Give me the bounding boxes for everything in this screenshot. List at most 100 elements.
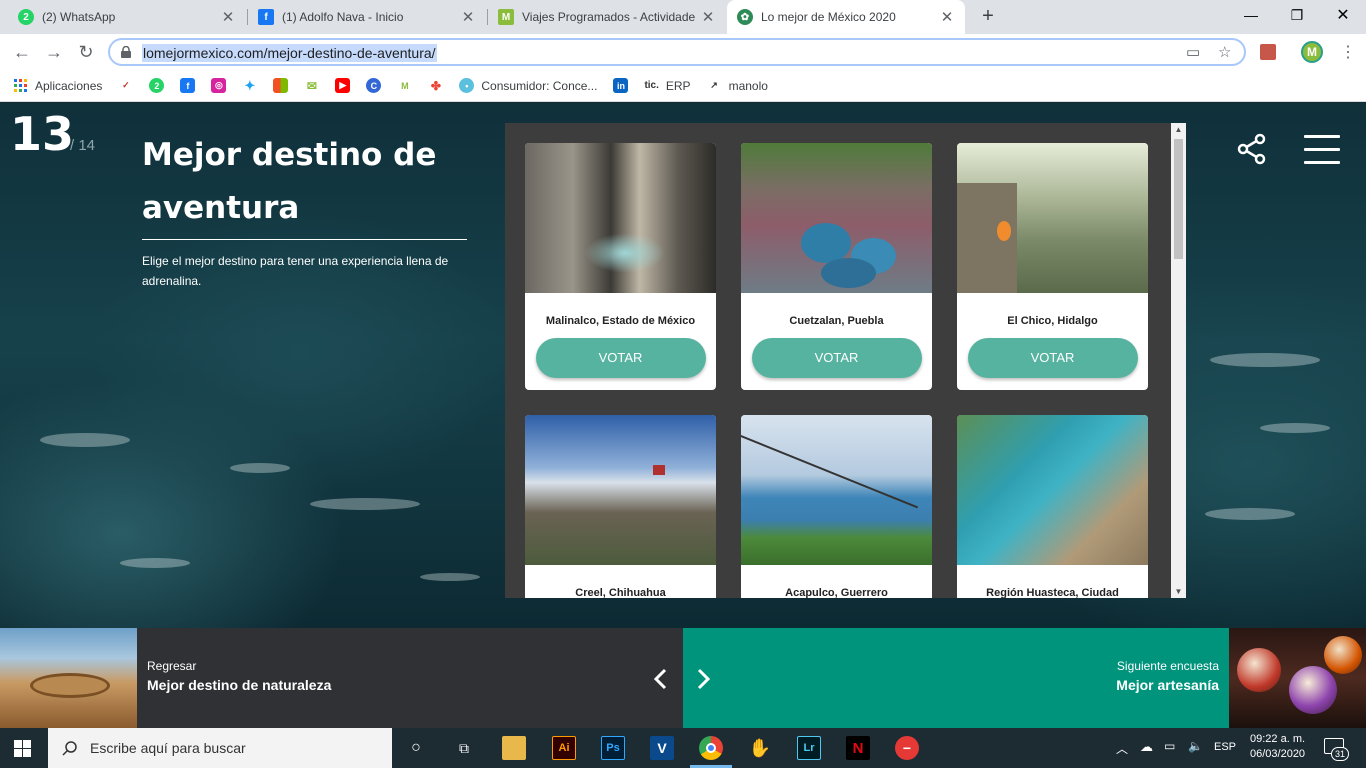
bookmark-icon: ✓ [122, 80, 130, 90]
tab-lomejor-active[interactable]: ✿ Lo mejor de México 2020 ✕ [727, 0, 965, 34]
facebook-icon: f [180, 78, 196, 93]
pinwheel-icon: ✤ [430, 78, 441, 93]
destination-name: Malinalco, Estado de México [545, 315, 696, 327]
bookmark-erp[interactable]: tic. ERP [644, 79, 690, 93]
bookmark-consumidor[interactable]: • Consumidor: Conce... [459, 78, 597, 93]
prev-title: Mejor destino de naturaleza [147, 677, 332, 693]
task-view-icon[interactable]: ⧉ [452, 736, 476, 760]
bookmark-whatsapp[interactable]: 2 [149, 78, 165, 93]
destination-card: El Chico, Hidalgo VOTAR [957, 143, 1148, 390]
language-indicator[interactable]: ESP [1214, 741, 1236, 753]
destination-card: Creel, Chihuahua [525, 415, 716, 598]
illustrator-icon[interactable]: Ai [552, 736, 576, 760]
new-tab-icon[interactable]: + [978, 6, 998, 26]
bookmark-label: manolo [728, 78, 768, 93]
bookmark-youtube[interactable]: ▶ [335, 78, 351, 93]
bookmark-linkedin[interactable]: in [613, 78, 629, 93]
page-content: 13 / 14 Mejor destino de aventura Elige … [0, 103, 1366, 628]
whatsapp-icon: 2 [149, 78, 165, 93]
baseball-glove-icon[interactable]: ✋ [748, 736, 772, 760]
share-icon[interactable] [1236, 133, 1268, 165]
tab-title: Lo mejor de México 2020 [761, 10, 896, 24]
bookmarks-bar: Aplicaciones ✓ 2 f ◎ ✦ ✉ ▶ C M ✤ • Consum… [0, 70, 1366, 102]
instagram-icon: ◎ [211, 78, 227, 93]
page-title-line2: aventura [142, 190, 300, 226]
bookmark-microsoft[interactable] [273, 78, 289, 93]
destination-image [525, 415, 716, 565]
close-tab-icon[interactable]: ✕ [460, 8, 476, 26]
clock[interactable]: 09:22 a. m. 06/03/2020 [1250, 732, 1305, 762]
destination-image [741, 143, 932, 293]
app-red-icon[interactable]: − [895, 736, 919, 760]
netflix-icon[interactable]: N [846, 736, 870, 760]
bookmark-viajes[interactable]: M [397, 78, 412, 93]
destination-card: Cuetzalan, Puebla VOTAR [741, 143, 932, 390]
bookmark-label: Aplicaciones [35, 78, 103, 93]
volume-icon[interactable]: 🔈 [1188, 739, 1203, 753]
prev-survey-link[interactable]: Regresar Mejor destino de naturaleza [137, 628, 683, 728]
bookmark-star-icon[interactable]: ☆ [1218, 43, 1231, 61]
destination-name: El Chico, Hidalgo [1007, 315, 1098, 327]
next-label: Siguiente encuesta [1116, 659, 1219, 673]
lightroom-icon[interactable]: Lr [797, 736, 821, 760]
survey-navigation: Regresar Mejor destino de naturaleza Sig… [0, 628, 1366, 728]
pdf-extension-icon[interactable] [1256, 40, 1280, 64]
onedrive-icon[interactable]: ☁ [1140, 739, 1153, 755]
bookmark-1[interactable]: ✓ [118, 78, 133, 93]
address-bar[interactable]: lomejormexico.com/mejor-destino-de-avent… [108, 38, 1246, 66]
linkedin-icon: in [613, 78, 629, 93]
profile-avatar[interactable]: M [1300, 40, 1324, 64]
viajes-icon: M [401, 80, 409, 91]
close-tab-icon[interactable]: ✕ [700, 8, 716, 26]
scroll-down-icon[interactable]: ▼ [1171, 587, 1186, 596]
bookmark-instagram[interactable]: ◎ [211, 78, 227, 93]
next-title: Mejor artesanía [1116, 677, 1219, 693]
bookmark-manolo[interactable]: ↗ manolo [707, 78, 768, 93]
notifications-badge: 31 [1331, 747, 1349, 761]
tab-viajes[interactable]: M Viajes Programados - Actividade ✕ [488, 0, 726, 34]
scrollbar-thumb[interactable] [1174, 139, 1183, 259]
scroll-up-icon[interactable]: ▲ [1171, 125, 1186, 134]
tab-facebook[interactable]: f (1) Adolfo Nava - Inicio ✕ [248, 0, 486, 34]
tray-chevron-icon[interactable]: ︿ [1116, 740, 1128, 757]
minimize-icon[interactable]: — [1228, 0, 1274, 30]
clock-time: 09:22 a. m. [1250, 733, 1306, 745]
photoshop-icon[interactable]: Ps [601, 736, 625, 760]
menu-kebab-icon[interactable]: ⋮ [1336, 40, 1360, 64]
bookmark-c[interactable]: C [366, 78, 382, 93]
tic-icon: tic. [644, 80, 659, 91]
bookmark-twitter[interactable]: ✦ [242, 78, 257, 93]
chrome-icon[interactable] [699, 736, 723, 760]
tab-whatsapp[interactable]: 2 (2) WhatsApp ✕ [8, 0, 246, 34]
close-tab-icon[interactable]: ✕ [220, 8, 236, 26]
next-survey-link[interactable]: Siguiente encuesta Mejor artesanía [683, 628, 1229, 728]
close-tab-icon[interactable]: ✕ [939, 8, 955, 26]
vegas-icon[interactable]: V [650, 736, 674, 760]
cortana-icon[interactable]: ○ [404, 736, 428, 760]
clock-date: 06/03/2020 [1250, 748, 1306, 760]
destination-image [525, 143, 716, 293]
restore-icon[interactable]: ❐ [1274, 0, 1320, 30]
bookmark-apps[interactable]: Aplicaciones [14, 78, 103, 93]
vote-button[interactable]: VOTAR [967, 338, 1138, 378]
forward-icon[interactable]: → [42, 40, 66, 64]
close-window-icon[interactable]: ✕ [1320, 0, 1366, 30]
chevron-left-icon[interactable] [653, 668, 669, 690]
reload-icon[interactable]: ↻ [74, 40, 98, 64]
cast-icon[interactable]: ▭ [1186, 43, 1200, 61]
chevron-right-icon[interactable] [695, 668, 711, 690]
network-icon[interactable]: ▭ [1164, 739, 1175, 753]
file-explorer-icon[interactable] [502, 736, 526, 760]
prev-survey-image [0, 628, 137, 728]
back-icon[interactable]: ← [10, 40, 34, 64]
vote-button[interactable]: VOTAR [535, 338, 706, 378]
bookmark-mail[interactable]: ✉ [304, 78, 319, 93]
browser-toolbar: ← → ↻ lomejormexico.com/mejor-destino-de… [0, 34, 1366, 70]
bookmark-facebook[interactable]: f [180, 78, 196, 93]
hamburger-menu-icon[interactable] [1304, 135, 1340, 174]
windows-start-icon[interactable] [14, 740, 31, 757]
bookmark-pinwheel[interactable]: ✤ [428, 78, 443, 93]
panel-scrollbar[interactable]: ▲ ▼ [1171, 123, 1186, 598]
taskbar-search[interactable]: Escribe aquí para buscar [48, 728, 392, 768]
vote-button[interactable]: VOTAR [751, 338, 922, 378]
